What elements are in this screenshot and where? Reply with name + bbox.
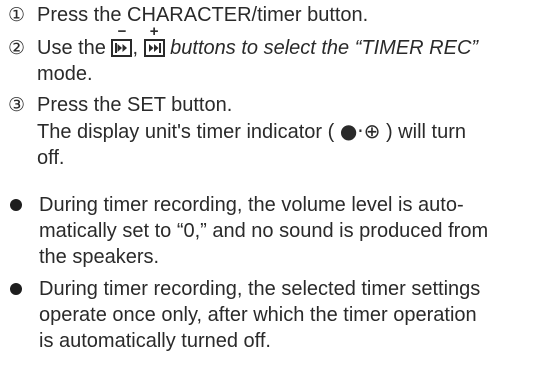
- skip-back-icon: −: [111, 24, 133, 57]
- minus-mark: −: [117, 23, 127, 40]
- note-2-line-2: operate once only, after which the timer…: [39, 304, 477, 326]
- note-1-line-3: the speakers.: [39, 246, 160, 268]
- skip-forward-icon: +: [143, 24, 165, 57]
- timer-indicator-icon: ●·⊕: [339, 119, 381, 143]
- step-1: ① Press the – CHARACTER/timer button.: [8, 0, 548, 28]
- step-1-text-pre: Press the: [37, 4, 128, 26]
- note-1-line-1: During timer recording, the volume level…: [39, 194, 464, 216]
- step-3-line-3: off.: [37, 147, 65, 169]
- step-2: ② Use the −, + buttons to select the “TI…: [8, 24, 548, 87]
- plus-mark: +: [149, 23, 159, 40]
- step-3: ③ Press the SET button. The display unit…: [8, 92, 548, 171]
- bullet-icon: [10, 276, 36, 354]
- step-2-text-mid: buttons to select the “TIMER REC”: [164, 37, 479, 59]
- step-2-text-pre: Use the: [37, 37, 112, 59]
- step-2-sep: ,: [132, 37, 144, 59]
- step-3-line-2-post: ) will turn: [380, 121, 466, 143]
- step-3-text: Press the SET button. The display unit's…: [32, 92, 548, 171]
- step-3-number: ③: [8, 94, 26, 116]
- underline-mark: –: [127, 0, 141, 2]
- instruction-page: ① Press the – CHARACTER/timer button. ② U…: [0, 0, 552, 366]
- step-2-text: Use the −, + buttons to select the “TIME…: [32, 24, 548, 87]
- step-3-line-1: Press the SET button.: [37, 94, 233, 116]
- step-3-line-2-pre: The display unit's timer indicator (: [37, 121, 340, 143]
- step-1-text: Press the – CHARACTER/timer button.: [32, 0, 548, 28]
- note-2-line-3: is automatically turned off.: [39, 330, 271, 352]
- bullet-icon: [10, 192, 36, 270]
- note-2-line-1: During timer recording, the selected tim…: [39, 278, 481, 300]
- note-1-text: During timer recording, the volume level…: [36, 192, 546, 270]
- note-2: During timer recording, the selected tim…: [10, 276, 546, 354]
- note-1-line-2: matically set to “0,” and no sound is pr…: [39, 220, 489, 242]
- step-2-number: ②: [8, 37, 26, 59]
- step-2-line-2: mode.: [37, 63, 93, 85]
- step-1-mark-char: C: [127, 4, 142, 26]
- step-1-number: ①: [8, 4, 26, 26]
- note-1: During timer recording, the volume level…: [10, 192, 546, 270]
- step-1-text-rest: HARACTER/timer button.: [141, 4, 369, 26]
- note-2-text: During timer recording, the selected tim…: [36, 276, 546, 354]
